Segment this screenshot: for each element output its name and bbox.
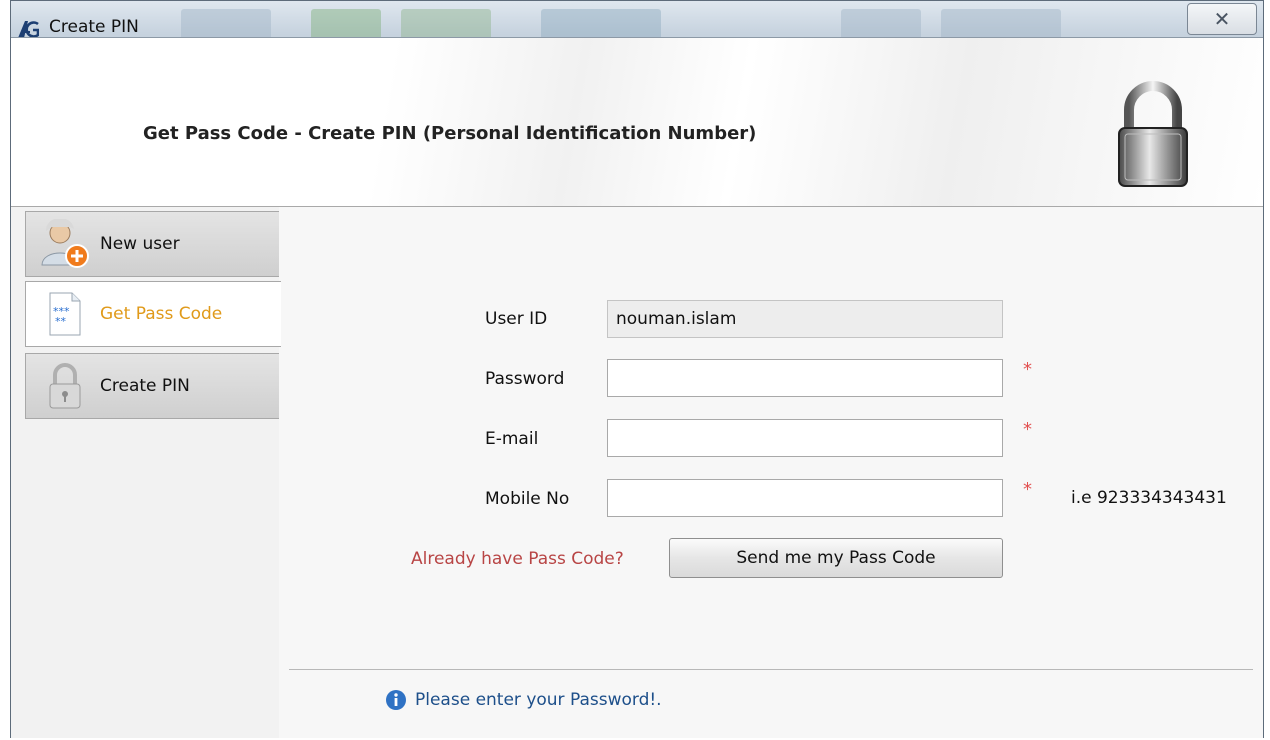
sidebar-item-create-pin[interactable]: Create PIN	[25, 353, 279, 419]
email-label: E-mail	[485, 429, 539, 449]
pass-code-icon: *** **	[49, 292, 81, 336]
mobile-required-mark: *	[1023, 479, 1032, 500]
email-field[interactable]	[607, 419, 1003, 457]
email-required-mark: *	[1023, 419, 1032, 440]
status-divider	[289, 669, 1253, 670]
password-label: Password	[485, 369, 565, 389]
sidebar-item-new-user[interactable]: New user	[25, 211, 279, 277]
nav-label-create-pin: Create PIN	[100, 376, 190, 396]
password-field[interactable]	[607, 359, 1003, 397]
user-id-label: User ID	[485, 309, 548, 329]
header-title: Get Pass Code - Create PIN (Personal Ide…	[143, 123, 757, 144]
password-required-mark: *	[1023, 359, 1032, 380]
header-banner: Get Pass Code - Create PIN (Personal Ide…	[11, 38, 1263, 207]
create-pin-window: Create PIN ✕ Get Pass Code - Create PIN …	[10, 0, 1264, 738]
client-area: Get Pass Code - Create PIN (Personal Ide…	[11, 37, 1263, 738]
svg-text:**: **	[55, 315, 67, 328]
user-id-field[interactable]: nouman.islam	[607, 300, 1003, 338]
status-bar: Please enter your Password!.	[385, 689, 662, 711]
padlock-icon	[1118, 81, 1188, 187]
send-pass-code-button[interactable]: Send me my Pass Code	[669, 538, 1003, 578]
sidebar-nav: New user *** ** Get Pass Code Create PIN	[11, 207, 281, 738]
mobile-field[interactable]	[607, 479, 1003, 517]
lock-small-icon	[49, 363, 81, 409]
close-icon: ✕	[1213, 7, 1231, 31]
close-button[interactable]: ✕	[1187, 3, 1257, 35]
form-panel: User ID nouman.islam Password * E-mail *…	[279, 207, 1263, 738]
new-user-icon	[41, 219, 89, 268]
mobile-label: Mobile No	[485, 489, 570, 509]
window-title: Create PIN	[49, 17, 139, 37]
sidebar-item-get-pass-code[interactable]: *** ** Get Pass Code	[25, 281, 281, 347]
mobile-format-hint: i.e 923334343431	[1071, 488, 1227, 508]
nav-label-new-user: New user	[100, 234, 180, 254]
nav-label-get-pass-code: Get Pass Code	[100, 304, 223, 324]
already-have-pass-code-link[interactable]: Already have Pass Code?	[411, 549, 624, 569]
status-message: Please enter your Password!.	[415, 690, 662, 710]
info-icon	[386, 690, 406, 710]
